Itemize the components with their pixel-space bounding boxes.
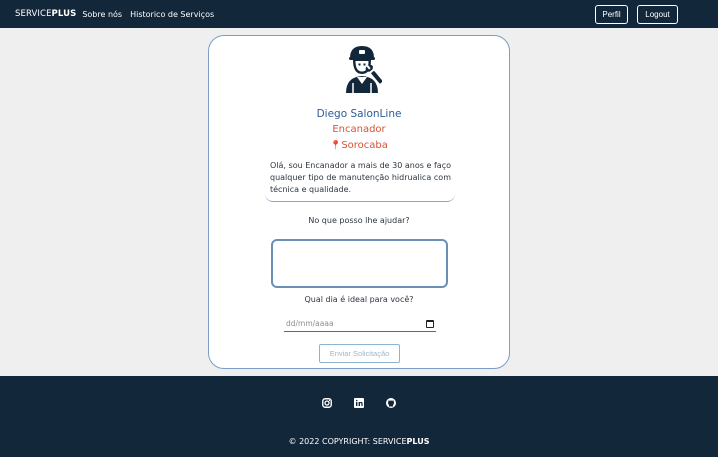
github-icon[interactable] [385,397,396,408]
help-label: No que posso lhe ajudar? [308,216,410,225]
brand-suffix: PLUS [51,9,77,19]
send-request-button[interactable]: Enviar Solicitação [319,344,400,363]
date-input[interactable]: dd/mm/aaaa [284,319,436,332]
nav-link-sobre[interactable]: Sobre nós [82,10,122,19]
footer: © 2022 COPYRIGHT: SERVICEPLUS [0,376,718,457]
instagram-icon[interactable] [321,397,332,408]
professional-bio: Olá, sou Encanador a mais de 30 anos e f… [265,158,455,202]
perfil-button[interactable]: Perfil [595,5,628,24]
linkedin-icon[interactable] [353,397,364,408]
professional-role: Encanador [332,124,386,135]
calendar-icon[interactable] [426,320,434,328]
day-label: Qual dia é ideal para você? [304,295,414,304]
location-pin-icon: 📍 [330,141,342,151]
top-navbar: SERVICEPLUS Sobre nós Historico de Servi… [0,0,718,28]
nav-actions: Perfil Logout [595,5,678,24]
date-placeholder: dd/mm/aaaa [286,319,334,328]
professional-location: 📍Sorocaba [209,140,509,151]
copyright-text: © 2022 COPYRIGHT: SERVICEPLUS [0,437,718,446]
nav-link-historico[interactable]: Historico de Serviços [130,10,214,19]
city-label: Sorocaba [341,140,388,151]
logout-button[interactable]: Logout [637,5,678,24]
plumber-avatar-icon [346,46,382,93]
help-textarea[interactable] [271,239,448,288]
brand-prefix: SERVICE [15,9,52,19]
copyright-prefix: © 2022 COPYRIGHT: SERVICE [288,437,407,446]
brand-logo[interactable]: SERVICEPLUS [15,9,76,19]
profile-card: Diego SalonLine Encanador 📍Sorocaba Olá,… [208,35,510,369]
copyright-brand: PLUS [406,437,430,446]
professional-name: Diego SalonLine [316,108,402,120]
